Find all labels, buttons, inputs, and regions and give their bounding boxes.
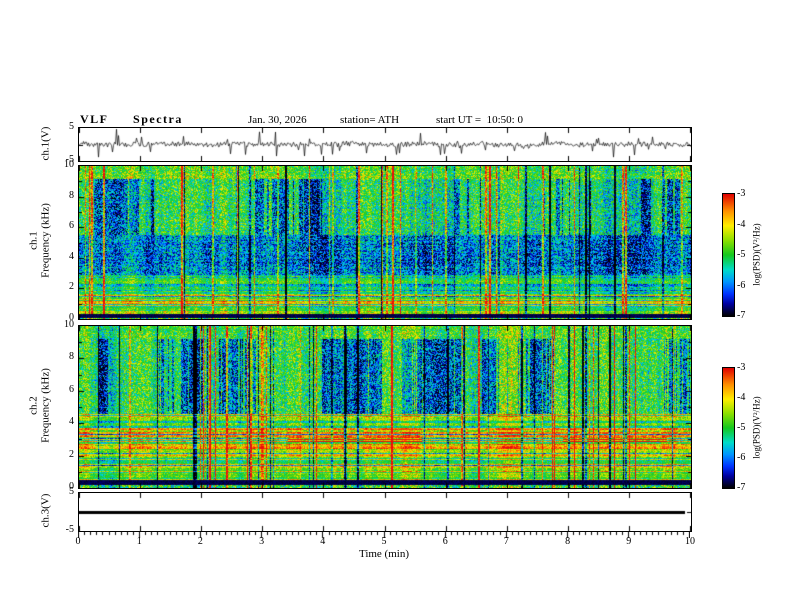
- x-tick-label: 10: [685, 536, 695, 547]
- vlf-spectra-figure: VLF Spectra Jan. 30, 2026 station= ATH s…: [0, 0, 792, 612]
- x-tick-label: 2: [197, 536, 203, 547]
- y-tick-label: 8: [69, 189, 74, 201]
- colorbar-tick-label: -7: [737, 482, 746, 493]
- colorbar-tick-label: -3: [737, 188, 746, 199]
- x-tick-label: 4: [320, 536, 326, 547]
- y-tick-label: 6: [69, 383, 74, 395]
- plot-title: VLF Spectra: [80, 112, 183, 126]
- x-tick-label: 7: [503, 536, 509, 547]
- y-tick-label: 0: [69, 481, 74, 492]
- colorbar-tick-label: -4: [737, 218, 746, 230]
- colorbar-tick-label: -3: [737, 362, 746, 373]
- colorbar-tick-label: -5: [737, 422, 746, 433]
- x-tick-label: 3: [259, 536, 265, 547]
- date-label: Jan. 30, 2026: [248, 114, 307, 126]
- y-tick-label: 8: [69, 351, 74, 363]
- colorbar-tick-label: -7: [737, 310, 746, 321]
- y-tick-label: 4: [69, 416, 74, 428]
- colorbar-tick-label: -5: [737, 249, 746, 260]
- x-tick-label: 8: [565, 536, 571, 547]
- colorbar-tick-label: -4: [737, 392, 746, 403]
- colorbar-2: [722, 367, 735, 489]
- start-ut-label: start UT = 10:50: 0: [436, 114, 523, 126]
- ch1-waveform-canvas: [79, 128, 691, 161]
- ch3-waveform-canvas: [79, 493, 691, 531]
- x-tick-label: 0: [75, 536, 81, 547]
- y-tick-label: 2: [69, 281, 74, 293]
- y-tick-label: 6: [69, 220, 74, 232]
- y-tick-label: 4: [69, 250, 74, 262]
- y-tick-label: 10: [64, 319, 74, 330]
- ch1-waveform-panel: [78, 127, 692, 162]
- x-tick-label: 9: [626, 536, 632, 547]
- y-tick-label: 5: [69, 121, 74, 132]
- ch3-waveform-panel: [78, 492, 692, 532]
- x-tick-label: 5: [381, 536, 387, 547]
- colorbar-tick-label: -6: [737, 452, 746, 463]
- ch1-spectrogram-panel: [78, 165, 692, 320]
- y-tick-label: 2: [69, 448, 74, 460]
- x-tick-label: 1: [136, 536, 142, 547]
- colorbar-1: [722, 193, 735, 317]
- ch1-spectrogram-canvas: [79, 166, 691, 319]
- station-label: station= ATH: [340, 114, 400, 126]
- x-tick-label: 6: [442, 536, 448, 547]
- y-tick-label: -5: [65, 524, 74, 535]
- colorbar-tick-label: -6: [737, 279, 746, 291]
- ch2-spectrogram-canvas: [79, 326, 691, 488]
- y-tick-label: 10: [64, 159, 74, 170]
- x-axis-label: Time (min): [358, 548, 409, 560]
- ch2-spectrogram-panel: [78, 325, 692, 489]
